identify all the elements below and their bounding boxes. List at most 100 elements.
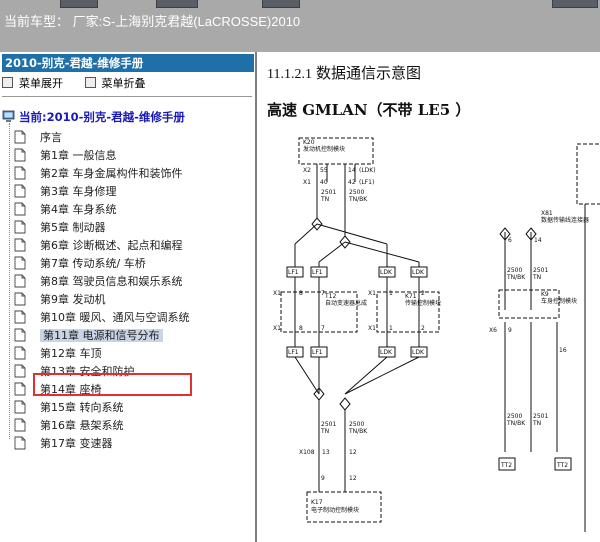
tree-item[interactable]: 第11章 电源和信号分布 bbox=[14, 327, 163, 345]
section-heading: 11.1.2.1 数据通信示意图 bbox=[267, 64, 421, 82]
wire-color-tn: TN bbox=[320, 428, 329, 435]
pin-2: 2 bbox=[421, 290, 425, 297]
wire-color-tn: TN bbox=[532, 274, 541, 281]
tt2-tag: TT2 bbox=[500, 462, 512, 469]
tree-item[interactable]: 第17章 变速器 bbox=[14, 435, 113, 453]
option-tag-ldk: LDK bbox=[380, 349, 393, 356]
tree-item[interactable]: 第3章 车身修理 bbox=[14, 183, 117, 201]
wire-2500: 2500 bbox=[507, 413, 522, 420]
pin-13: 13 bbox=[322, 449, 330, 456]
document-icon bbox=[14, 130, 26, 144]
document-icon bbox=[14, 310, 26, 324]
option-tag-lf1: LF1 bbox=[312, 269, 323, 276]
current-model-label: 当前车型： 厂家:S-上海别克君越(LaCROSSE)2010 bbox=[4, 14, 301, 29]
tree-item[interactable]: 第2章 车身金属构件和装饰件 bbox=[14, 165, 183, 183]
tree-item[interactable]: 第8章 驾驶员信息和娱乐系统 bbox=[14, 273, 183, 291]
document-icon bbox=[14, 436, 26, 450]
tree-item-label: 第12章 车顶 bbox=[40, 347, 102, 360]
content-pane: 11.1.2.1 数据通信示意图 高速 GMLAN（不带 LE5 ） K20 发… bbox=[259, 52, 600, 542]
document-icon bbox=[14, 256, 26, 270]
toolbar-button[interactable] bbox=[156, 0, 198, 8]
tree-item[interactable]: 第7章 传动系统/ 车桥 bbox=[14, 255, 146, 273]
tree-item[interactable]: 第6章 诊断概述、起点和编程 bbox=[14, 237, 183, 255]
document-icon bbox=[14, 418, 26, 432]
pin-9: 9 bbox=[508, 327, 512, 334]
tree-actions: 菜单展开 菜单折叠 bbox=[2, 75, 252, 95]
k9-label: K9 bbox=[541, 291, 549, 298]
window-title-bar: 当前车型： 厂家:S-上海别克君越(LaCROSSE)2010 bbox=[0, 0, 600, 52]
wire-color-tn: TN bbox=[532, 420, 541, 427]
diagram-subheading: 高速 GMLAN（不带 LE5 ） bbox=[267, 101, 471, 119]
wire-color-tnbk: TN/BK bbox=[348, 196, 368, 203]
pin-12: 12 bbox=[349, 449, 357, 456]
pin-1: 1 bbox=[389, 325, 393, 332]
ldk-note: (LDK) bbox=[359, 167, 376, 174]
document-icon bbox=[14, 292, 26, 306]
document-icon bbox=[14, 238, 26, 252]
computer-icon bbox=[2, 110, 15, 122]
toolbar-strip bbox=[0, 0, 600, 8]
connector-x6: X6 bbox=[489, 327, 497, 334]
expand-all-button[interactable]: 菜单展开 bbox=[2, 75, 63, 91]
k20-label: K20 bbox=[303, 139, 315, 146]
tree-item-label: 第1章 一般信息 bbox=[40, 149, 117, 162]
tree-item[interactable]: 第1章 一般信息 bbox=[14, 147, 117, 165]
tree-guide-line bbox=[9, 123, 10, 439]
tree-item[interactable]: 第4章 车身系统 bbox=[14, 201, 117, 219]
k20-description: 发动机控制模块 bbox=[303, 145, 345, 153]
document-icon bbox=[14, 148, 26, 162]
tree-item-label: 第6章 诊断概述、起点和编程 bbox=[40, 239, 183, 252]
tree-root[interactable]: 当前:2010-别克-君越-维修手册 bbox=[2, 109, 185, 127]
connector-x1: X1 bbox=[273, 325, 281, 332]
tree-item-label: 第9章 发动机 bbox=[40, 293, 106, 306]
tree-item[interactable]: 第16章 悬架系统 bbox=[14, 417, 124, 435]
document-icon bbox=[14, 166, 26, 180]
wire-2501: 2501 bbox=[533, 267, 548, 274]
collapse-all-button[interactable]: 菜单折叠 bbox=[84, 75, 146, 91]
pin-9: 9 bbox=[321, 475, 325, 482]
option-tag-ldk: LDK bbox=[412, 269, 425, 276]
selection-highlight-box bbox=[33, 373, 192, 396]
wire-2500: 2500 bbox=[507, 267, 522, 274]
document-icon bbox=[14, 382, 26, 396]
wire-color-tnbk: TN/BK bbox=[506, 420, 526, 427]
toolbar-button[interactable] bbox=[60, 0, 98, 8]
connector-x2: X2 bbox=[303, 167, 311, 174]
toolbar-button[interactable] bbox=[262, 0, 300, 8]
document-icon bbox=[14, 184, 26, 198]
pin-42: 42 bbox=[348, 179, 356, 186]
toolbar-button[interactable] bbox=[552, 0, 598, 8]
tree-item[interactable]: 第10章 暖风、通风与空调系统 bbox=[14, 309, 190, 327]
t12-description: 自动变速器总成 bbox=[325, 299, 367, 307]
k17-description: 电子制动控制模块 bbox=[311, 506, 359, 514]
collapse-icon bbox=[84, 77, 96, 88]
lf1-note: (LF1) bbox=[359, 179, 374, 186]
tree-item[interactable]: 第12章 车顶 bbox=[14, 345, 102, 363]
k9-description: 车身控制模块 bbox=[541, 297, 577, 305]
tree-item-label: 第10章 暖风、通风与空调系统 bbox=[40, 311, 190, 324]
tree-item[interactable]: 序言 bbox=[14, 129, 62, 147]
wire-2501: 2501 bbox=[321, 189, 336, 196]
connector-x1: X1 bbox=[368, 325, 376, 332]
document-icon bbox=[14, 400, 26, 414]
tree-item[interactable]: 第15章 转向系统 bbox=[14, 399, 124, 417]
tree-item[interactable]: 第5章 制动器 bbox=[14, 219, 106, 237]
tree-item-label: 第15章 转向系统 bbox=[40, 401, 124, 414]
pin-16: 16 bbox=[559, 347, 567, 354]
k71-description: 传输控制模块 bbox=[405, 299, 441, 307]
pin-8: 8 bbox=[299, 290, 303, 297]
book-title[interactable]: 2010-别克-君越-维修手册 bbox=[2, 54, 254, 72]
tree-item[interactable]: 第9章 发动机 bbox=[14, 291, 106, 309]
option-tag-ldk: LDK bbox=[412, 349, 425, 356]
wire-2500: 2500 bbox=[349, 421, 364, 428]
connector-x1: X1 bbox=[368, 290, 376, 297]
option-tag-ldk: LDK bbox=[380, 269, 393, 276]
tree-item-label: 第7章 传动系统/ 车桥 bbox=[40, 257, 146, 270]
document-icon bbox=[14, 274, 26, 288]
wire-color-tn: TN bbox=[320, 196, 329, 203]
tree-item-label: 序言 bbox=[40, 131, 62, 144]
option-tag-lf1: LF1 bbox=[312, 349, 323, 356]
pin-7: 7 bbox=[321, 290, 325, 297]
pin-14: 14 bbox=[534, 237, 542, 244]
tree-item-label: 第4章 车身系统 bbox=[40, 203, 117, 216]
